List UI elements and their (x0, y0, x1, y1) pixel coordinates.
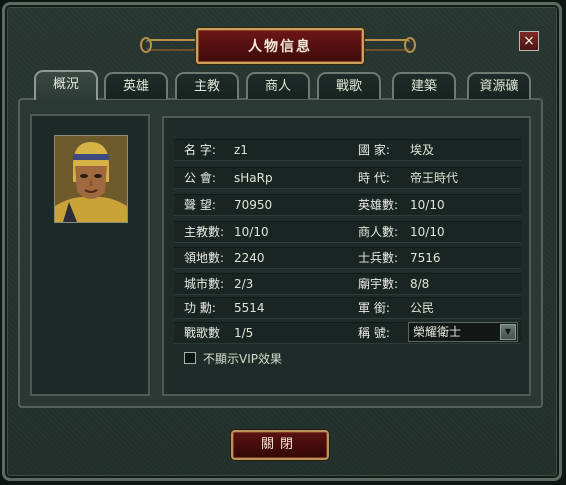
reputation-value: 70950 (234, 198, 273, 212)
territory-label: 領地數: (184, 251, 225, 265)
heroes-value: 10/10 (410, 198, 445, 212)
name-value: z1 (234, 143, 248, 157)
era-value: 帝王時代 (410, 171, 459, 185)
tab-warsongs[interactable]: 戰歌 (317, 72, 381, 99)
soldiers-value: 7516 (410, 251, 441, 265)
close-button[interactable]: 關閉 (231, 430, 329, 460)
title-ornament-left (140, 37, 198, 53)
merchants-label: 商人數: (358, 225, 399, 239)
stats-row: 主教數: 10/10 商人數: 10/10 (174, 221, 521, 243)
rank-value: 公民 (410, 301, 435, 315)
bishops-label: 主教數: (184, 225, 225, 239)
era-label: 時 代: (358, 171, 390, 185)
chevron-down-icon[interactable]: ▼ (500, 324, 516, 340)
rank-label: 軍 銜: (358, 301, 390, 315)
vip-checkbox[interactable] (184, 352, 196, 364)
nickname-select[interactable]: 榮耀衛士 ▼ (408, 322, 518, 342)
stats-row: 聲 望: 70950 英雄數: 10/10 (174, 194, 521, 216)
nickname-label: 稱 號: (358, 326, 390, 340)
stats-row: 城市數: 2/3 廟宇數: 8/8 (174, 273, 521, 295)
merchants-value: 10/10 (410, 225, 445, 239)
window-title: 人物信息 (196, 28, 364, 64)
vip-label: 不顯示VIP效果 (203, 351, 282, 366)
stats-row: 功 勳: 5514 軍 銜: 公民 (174, 297, 521, 319)
vip-toggle-row: 不顯示VIP效果 (184, 349, 282, 367)
country-label: 國 家: (358, 143, 390, 157)
stats-row: 領地數: 2240 士兵數: 7516 (174, 247, 521, 269)
heroes-label: 英雄數: (358, 198, 399, 212)
title-ornament-right (358, 37, 416, 53)
avatar (54, 135, 128, 223)
cities-label: 城市數: (184, 277, 225, 291)
bishops-value: 10/10 (234, 225, 269, 239)
temples-value: 8/8 (410, 277, 430, 291)
tab-bishops[interactable]: 主教 (175, 72, 239, 99)
tab-buildings[interactable]: 建築 (392, 72, 456, 99)
stats-row: 名 字: z1 國 家: 埃及 (174, 139, 521, 161)
warsongs-value: 1/5 (234, 326, 254, 340)
soldiers-label: 士兵數: (358, 251, 399, 265)
guild-value: sHaRp (234, 171, 273, 185)
territory-value: 2240 (234, 251, 265, 265)
merit-label: 功 勳: (184, 301, 216, 315)
reputation-label: 聲 望: (184, 198, 216, 212)
cities-value: 2/3 (234, 277, 254, 291)
tab-merchants[interactable]: 商人 (246, 72, 310, 99)
nickname-selected: 榮耀衛士 (413, 325, 462, 339)
merit-value: 5514 (234, 301, 265, 315)
tab-overview[interactable]: 概況 (34, 70, 98, 100)
tab-resource-mines[interactable]: 資源礦 (467, 72, 531, 99)
stats-row: 公 會: sHaRp 時 代: 帝王時代 (174, 167, 521, 189)
name-label: 名 字: (184, 143, 216, 157)
close-icon[interactable]: × (519, 31, 539, 51)
guild-label: 公 會: (184, 171, 216, 185)
country-value: 埃及 (410, 143, 435, 157)
tab-heroes[interactable]: 英雄 (104, 72, 168, 99)
temples-label: 廟宇數: (358, 277, 399, 291)
warsongs-label: 戰歌數 (184, 326, 221, 340)
